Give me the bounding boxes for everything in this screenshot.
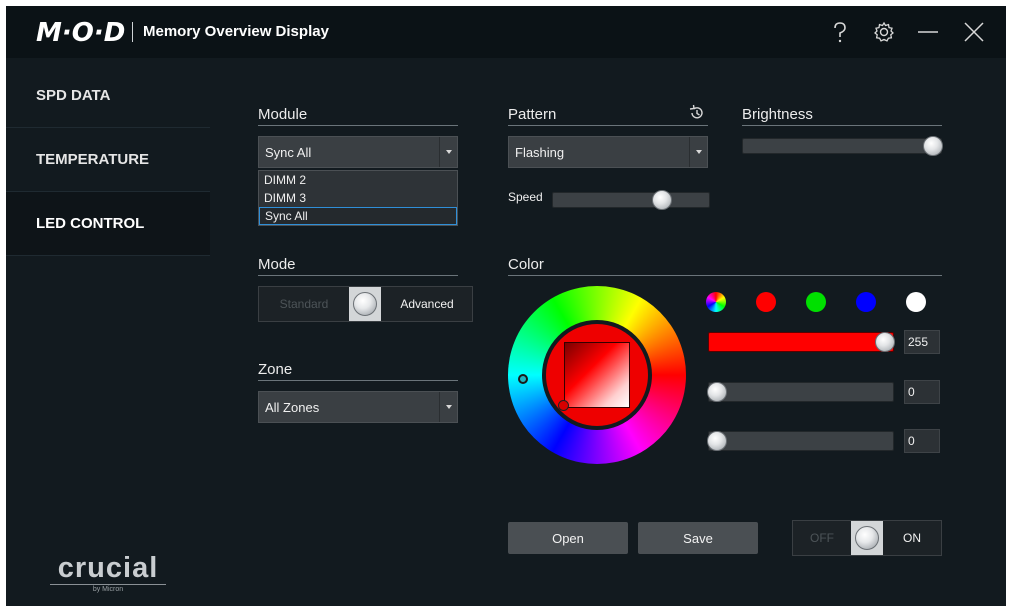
red-slider-knob[interactable] xyxy=(875,332,895,352)
zone-select[interactable]: All Zones xyxy=(258,391,458,423)
brightness-slider[interactable] xyxy=(742,136,943,156)
sidebar: SPD DATA TEMPERATURE LED CONTROL crucial… xyxy=(6,58,210,606)
saturation-picker-handle[interactable] xyxy=(558,400,569,411)
power-toggle-knob[interactable] xyxy=(851,521,883,555)
app-logo: M·O·D xyxy=(36,18,126,48)
close-icon xyxy=(964,22,984,42)
speed-slider-knob[interactable] xyxy=(651,190,672,210)
blue-slider-knob[interactable] xyxy=(707,431,727,451)
module-dropdown-list: DIMM 2 DIMM 3 Sync All xyxy=(258,170,458,226)
close-button[interactable] xyxy=(960,18,988,46)
save-button[interactable]: Save xyxy=(638,522,758,554)
sidebar-item-led-control[interactable]: LED CONTROL xyxy=(6,192,210,256)
chevron-down-icon[interactable] xyxy=(439,137,457,167)
red-slider[interactable] xyxy=(708,332,895,352)
brightness-label: Brightness xyxy=(742,106,942,126)
green-value[interactable]: 0 xyxy=(904,380,940,404)
blue-slider[interactable] xyxy=(707,431,894,451)
zone-label: Zone xyxy=(258,361,458,381)
mode-toggle-knob[interactable] xyxy=(349,287,381,321)
green-slider[interactable] xyxy=(707,382,894,402)
saturation-square[interactable] xyxy=(564,342,630,408)
power-toggle[interactable]: OFF ON xyxy=(792,520,942,556)
pattern-select[interactable]: Flashing xyxy=(508,136,708,168)
mode-label: Mode xyxy=(258,256,458,276)
sidebar-item-label: LED CONTROL xyxy=(36,215,145,232)
help-icon xyxy=(834,22,846,43)
pattern-select-value: Flashing xyxy=(515,144,565,160)
title-separator xyxy=(132,22,133,42)
mode-advanced-option[interactable]: Advanced xyxy=(381,287,473,321)
brand-logo: crucial by Micron xyxy=(50,552,166,593)
power-off-option[interactable]: OFF xyxy=(793,521,851,555)
green-slider-knob[interactable] xyxy=(707,382,727,402)
minimize-icon xyxy=(918,31,938,33)
module-label: Module xyxy=(258,106,458,126)
sidebar-item-spd-data[interactable]: SPD DATA xyxy=(6,64,210,128)
app-window: M·O·D Memory Overview Display SPD DATA T… xyxy=(6,6,1006,606)
swatch-white[interactable] xyxy=(906,292,926,312)
hue-picker-handle[interactable] xyxy=(518,374,528,384)
color-wheel[interactable] xyxy=(508,286,686,464)
pattern-label: Pattern xyxy=(508,106,708,126)
mode-standard-option[interactable]: Standard xyxy=(259,287,349,321)
history-icon[interactable] xyxy=(688,104,706,122)
module-option-sync-all[interactable]: Sync All xyxy=(259,207,457,225)
swatch-blue[interactable] xyxy=(856,292,876,312)
brand-name: crucial xyxy=(57,552,159,584)
mode-toggle[interactable]: Standard Advanced xyxy=(258,286,473,322)
speed-slider[interactable] xyxy=(552,190,710,210)
zone-select-value: All Zones xyxy=(265,399,320,415)
module-select-value: Sync All xyxy=(265,144,312,160)
module-select[interactable]: Sync All xyxy=(258,136,458,168)
minimize-button[interactable] xyxy=(914,18,942,46)
title-bar: M·O·D Memory Overview Display xyxy=(6,6,1006,58)
gear-icon xyxy=(874,21,894,42)
sidebar-item-temperature[interactable]: TEMPERATURE xyxy=(6,128,210,192)
color-label: Color xyxy=(508,256,942,276)
brand-sub: by Micron xyxy=(50,584,166,593)
brightness-slider-knob[interactable] xyxy=(923,136,943,156)
red-value[interactable]: 255 xyxy=(904,330,940,354)
open-button[interactable]: Open xyxy=(508,522,628,554)
color-wheel-icon[interactable] xyxy=(706,292,726,312)
led-control-panel: Module Sync All DIMM 2 DIMM 3 Sync All M… xyxy=(210,58,1006,606)
help-button[interactable] xyxy=(826,18,854,46)
sidebar-item-label: SPD DATA xyxy=(36,87,111,104)
module-option-dimm3[interactable]: DIMM 3 xyxy=(259,189,457,207)
chevron-down-icon[interactable] xyxy=(439,392,457,422)
sidebar-item-label: TEMPERATURE xyxy=(36,151,150,168)
chevron-down-icon[interactable] xyxy=(689,137,707,167)
app-title: Memory Overview Display xyxy=(143,23,329,40)
power-on-option[interactable]: ON xyxy=(883,521,941,555)
swatch-red[interactable] xyxy=(756,292,776,312)
swatch-green[interactable] xyxy=(806,292,826,312)
settings-button[interactable] xyxy=(870,18,898,46)
speed-label: Speed xyxy=(508,190,543,204)
module-option-dimm2[interactable]: DIMM 2 xyxy=(259,171,457,189)
blue-value[interactable]: 0 xyxy=(904,429,940,453)
